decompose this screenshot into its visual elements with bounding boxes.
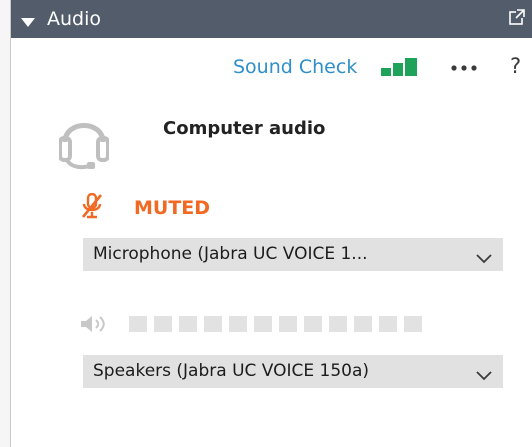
speaker-icon bbox=[79, 314, 109, 338]
level-segment bbox=[229, 316, 247, 332]
level-segment bbox=[254, 316, 272, 332]
level-segment bbox=[354, 316, 372, 332]
level-segment bbox=[304, 316, 322, 332]
level-segment bbox=[129, 316, 147, 332]
signal-bars-icon[interactable] bbox=[381, 58, 417, 80]
speaker-device-value: Speakers (Jabra UC VOICE 150a) bbox=[93, 361, 370, 381]
panel-title: Audio bbox=[47, 8, 102, 30]
speaker-select[interactable]: Speakers (Jabra UC VOICE 150a) bbox=[83, 355, 503, 388]
muted-microphone-icon[interactable] bbox=[81, 192, 103, 223]
microphone-device-value: Microphone (Jabra UC VOICE 1... bbox=[93, 244, 368, 264]
audio-panel: Audio Sound Check ? Computer audio MUTED… bbox=[10, 0, 532, 447]
caret-down-icon[interactable] bbox=[21, 13, 35, 32]
headset-icon bbox=[58, 106, 110, 176]
chevron-down-icon bbox=[476, 366, 492, 385]
mute-status: MUTED bbox=[134, 197, 211, 219]
level-segment bbox=[154, 316, 172, 332]
pop-out-icon[interactable] bbox=[509, 9, 525, 29]
panel-titlebar[interactable]: Audio bbox=[11, 0, 532, 38]
level-segment bbox=[179, 316, 197, 332]
level-segment bbox=[279, 316, 297, 332]
audio-connection-label: Computer audio bbox=[163, 118, 326, 139]
microphone-select[interactable]: Microphone (Jabra UC VOICE 1... bbox=[83, 238, 503, 271]
more-options-icon[interactable] bbox=[451, 58, 477, 77]
level-segment bbox=[379, 316, 397, 332]
level-segment bbox=[329, 316, 347, 332]
level-segment bbox=[404, 316, 422, 332]
sound-check-link[interactable]: Sound Check bbox=[233, 54, 357, 80]
level-segment bbox=[204, 316, 222, 332]
chevron-down-icon bbox=[476, 249, 492, 268]
help-button[interactable]: ? bbox=[510, 52, 521, 80]
